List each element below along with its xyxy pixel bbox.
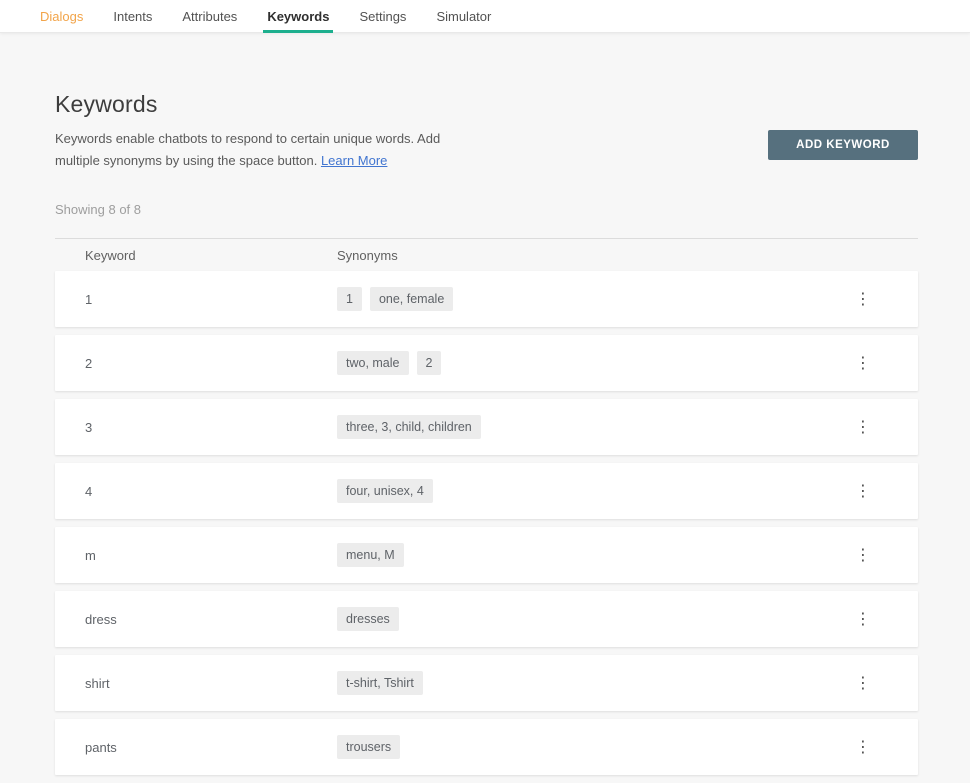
kebab-menu-icon: ⋮: [855, 481, 871, 500]
synonyms-cell: menu, M: [337, 543, 808, 567]
tab-simulator[interactable]: Simulator: [436, 0, 491, 33]
kebab-menu-icon: ⋮: [855, 545, 871, 564]
synonym-chip: 2: [416, 351, 442, 375]
synonym-chip: 1: [337, 287, 362, 311]
tab-attributes[interactable]: Attributes: [182, 0, 237, 33]
keywords-page: Keywords Keywords enable chatbots to res…: [55, 33, 918, 783]
keyword-cell: 2: [85, 355, 93, 371]
synonyms-cell: 1 one, female: [337, 287, 808, 311]
add-keyword-button[interactable]: ADD KEYWORD: [768, 130, 918, 160]
keyword-cell: 1: [85, 291, 93, 307]
table-row: dress dresses ⋮: [55, 591, 918, 647]
synonyms-cell: dresses: [337, 607, 808, 631]
synonym-chip: one, female: [369, 287, 454, 311]
table-header-row: Keyword Synonyms: [55, 239, 918, 271]
synonyms-cell: trousers: [337, 735, 808, 759]
synonym-chip: trousers: [337, 735, 401, 759]
keyword-cell: pants: [85, 739, 117, 755]
column-header-synonyms: Synonyms: [337, 247, 398, 263]
row-menu-button[interactable]: ⋮: [847, 283, 879, 315]
keywords-table: 1 1 one, female ⋮ 2 two, male 2 ⋮ 3 thre…: [55, 271, 918, 775]
synonyms-cell: t-shirt, Tshirt: [337, 671, 808, 695]
row-menu-button[interactable]: ⋮: [847, 539, 879, 571]
row-menu-button[interactable]: ⋮: [847, 475, 879, 507]
column-header-keyword: Keyword: [85, 247, 136, 263]
synonym-chip: three, 3, child, children: [337, 415, 481, 439]
keyword-cell: m: [85, 547, 96, 563]
keyword-cell: shirt: [85, 675, 110, 691]
table-row: 2 two, male 2 ⋮: [55, 335, 918, 391]
table-row: pants trousers ⋮: [55, 719, 918, 775]
table-row: shirt t-shirt, Tshirt ⋮: [55, 655, 918, 711]
row-menu-button[interactable]: ⋮: [847, 731, 879, 763]
table-row: m menu, M ⋮: [55, 527, 918, 583]
keyword-cell: 3: [85, 419, 93, 435]
table-row: 3 three, 3, child, children ⋮: [55, 399, 918, 455]
top-tab-bar: Dialogs Intents Attributes Keywords Sett…: [0, 0, 970, 33]
row-menu-button[interactable]: ⋮: [847, 347, 879, 379]
showing-count: Showing 8 of 8: [55, 202, 142, 217]
kebab-menu-icon: ⋮: [855, 609, 871, 628]
intro-row: Keywords enable chatbots to respond to c…: [55, 128, 918, 172]
synonym-chip: menu, M: [337, 543, 404, 567]
table-row: 1 1 one, female ⋮: [55, 271, 918, 327]
kebab-menu-icon: ⋮: [855, 737, 871, 756]
row-menu-button[interactable]: ⋮: [847, 411, 879, 443]
kebab-menu-icon: ⋮: [855, 417, 871, 436]
table-row: 4 four, unisex, 4 ⋮: [55, 463, 918, 519]
synonym-chip: two, male: [337, 351, 409, 375]
tab-settings[interactable]: Settings: [359, 0, 406, 33]
learn-more-link[interactable]: Learn More: [321, 153, 387, 168]
kebab-menu-icon: ⋮: [855, 353, 871, 372]
keyword-cell: 4: [85, 483, 93, 499]
page-description: Keywords enable chatbots to respond to c…: [55, 128, 443, 172]
synonym-chip: four, unisex, 4: [337, 479, 433, 503]
tab-dialogs[interactable]: Dialogs: [40, 0, 83, 33]
synonyms-cell: four, unisex, 4: [337, 479, 808, 503]
synonyms-cell: three, 3, child, children: [337, 415, 808, 439]
tab-keywords[interactable]: Keywords: [263, 0, 334, 33]
tab-intents[interactable]: Intents: [113, 0, 152, 33]
kebab-menu-icon: ⋮: [855, 289, 871, 308]
keyword-cell: dress: [85, 611, 117, 627]
kebab-menu-icon: ⋮: [855, 673, 871, 692]
row-menu-button[interactable]: ⋮: [847, 667, 879, 699]
synonym-chip: dresses: [337, 607, 399, 631]
row-menu-button[interactable]: ⋮: [847, 603, 879, 635]
page-title: Keywords: [55, 91, 158, 117]
synonyms-cell: two, male 2: [337, 351, 808, 375]
synonym-chip: t-shirt, Tshirt: [337, 671, 423, 695]
